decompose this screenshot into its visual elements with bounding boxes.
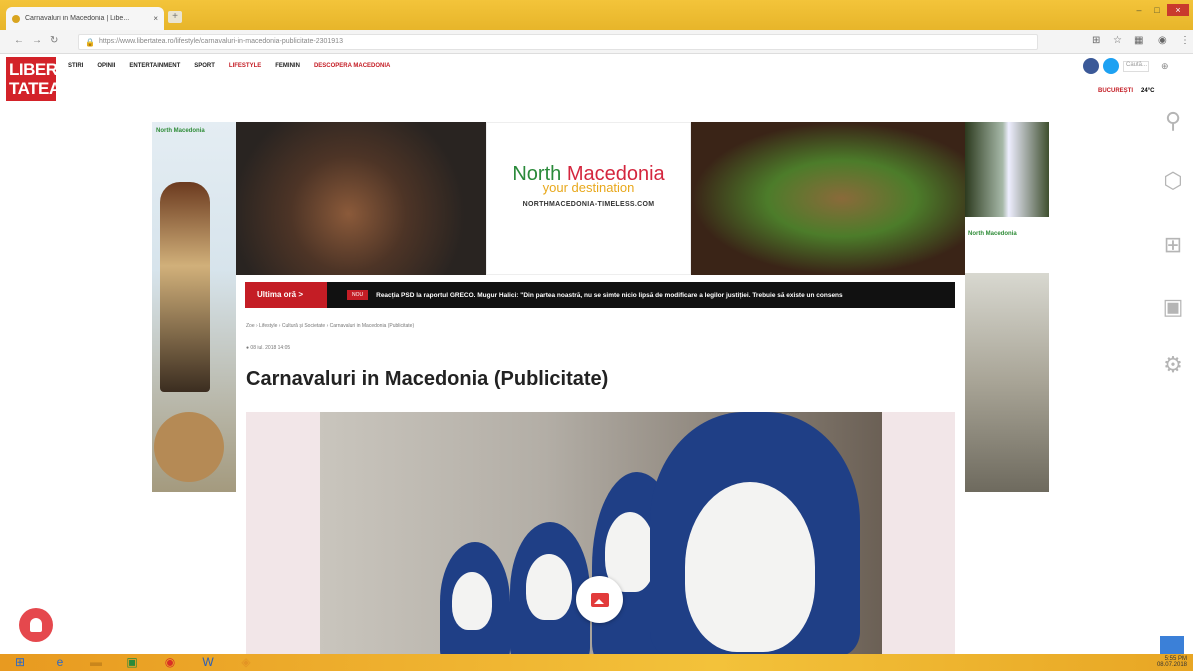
search-input[interactable]: Caută... [1123,60,1149,72]
word-icon[interactable]: W [200,655,216,670]
ad-left-brand: North Macedonia [156,128,205,134]
clock-date: 08.07.2018 [1156,662,1187,668]
excel-icon[interactable]: ▣ [124,655,140,670]
nav-item-stiri[interactable]: STIRI [68,63,83,69]
notification-bell-button[interactable] [19,608,53,642]
ad-left-drum-image [154,412,224,482]
lock-icon: 🔒 [85,38,95,47]
logo-line-1: LIBER [9,60,58,79]
header-social: Caută... ⊕ [1083,58,1169,74]
search-icon[interactable]: ⊕ [1161,61,1169,72]
mask-shape-4 [685,482,815,652]
ad-banner-center[interactable]: North Macedonia your destination NORTHMA… [486,122,691,275]
explorer-icon[interactable]: ▬ [88,655,104,670]
url-text: https://www.libertatea.ro/lifestyle/carn… [99,38,343,45]
breaking-news-bar[interactable]: Ultima oră > NOU Reacția PSD la raportul… [245,282,955,308]
taskbar-clock[interactable]: 5:55 PM 08.07.2018 [1157,656,1187,668]
ad-right-waterfall-image[interactable] [965,122,1049,217]
breadcrumb[interactable]: Zoe › Lifestyle › Cultură și Societate ›… [246,323,414,329]
ad-banner-url: NORTHMACEDONIA-TIMELESS.COM [522,201,655,208]
ad-left-dancer-image [160,182,210,392]
menu-icon[interactable]: ⋮ [1180,35,1190,46]
maximize-button[interactable]: □ [1149,4,1165,16]
bell-icon [30,618,42,632]
gallery-button[interactable] [576,576,623,623]
account-icon[interactable]: ◉ [1158,35,1167,46]
article-title: Carnavaluri in Macedonia (Publicitate) [246,368,609,390]
new-tab-button[interactable]: + [168,11,182,23]
ad-banner-meat-image[interactable] [236,122,486,275]
twitter-icon[interactable] [1103,58,1119,74]
browser-tabstrip: Carnavaluri in Macedonia | Libe... × + –… [0,0,1193,30]
nav-item-sport[interactable]: SPORT [194,63,215,69]
devices-icon[interactable]: ▣ [1160,294,1186,320]
site-logo[interactable]: LIBER TATEA [6,57,61,101]
nav-item-feminin[interactable]: FEMININ [275,63,300,69]
settings-gear-icon[interactable]: ⚙ [1160,352,1186,378]
desktop-overlay-button[interactable] [1160,636,1184,654]
breaking-news-text[interactable]: Reacția PSD la raportul GRECO. Mugur Hal… [376,292,843,299]
windows-taskbar: ⊞ e ▬ ▣ ◉ W ◈ 5:55 PM 08.07.2018 [0,654,1193,671]
article-date: ● 08 iul. 2018 14:05 [246,345,291,351]
magnifier-icon[interactable]: ⚲ [1160,108,1186,134]
forward-icon[interactable]: → [32,35,42,46]
ad-right-stone-image[interactable] [965,273,1049,492]
tab-title: Carnavaluri in Macedonia | Libe... [25,15,130,22]
breaking-news-tag: NOU [347,290,369,300]
nav-item-opinii[interactable]: OPINII [97,63,115,69]
ad-right-brand[interactable]: North Macedonia [965,217,1049,273]
app-icon[interactable]: ◈ [238,655,254,670]
address-bar[interactable]: 🔒 https://www.libertatea.ro/lifestyle/ca… [78,34,1038,50]
browser-tab[interactable]: Carnavaluri in Macedonia | Libe... × [6,7,164,30]
main-nav: STIRI OPINII ENTERTAINMENT SPORT LIFESTY… [68,63,390,69]
start-icon[interactable]: ⊞ [12,655,28,670]
extensions-icon[interactable]: ▦ [1134,35,1143,46]
city-label[interactable]: BUCUREȘTI [1098,88,1133,94]
temperature-label: 24°C [1141,88,1155,94]
ie-icon[interactable]: e [52,655,68,670]
mask-shape-1 [452,572,492,630]
reload-icon[interactable]: ↻ [50,35,58,46]
weather-bar: BUCUREȘTI 24°C [1098,88,1154,94]
ad-left-skyscraper[interactable]: North Macedonia [152,122,236,492]
windows-start-icon[interactable]: ⊞ [1160,232,1186,258]
breaking-news-label[interactable]: Ultima oră > [245,282,327,308]
window-controls: – □ × [1131,4,1189,16]
minimize-button[interactable]: – [1131,4,1147,16]
share-icon[interactable]: ⬡ [1160,168,1186,194]
ad-banner-fish-image[interactable] [691,122,965,275]
back-icon[interactable]: ← [14,35,24,46]
nav-item-entertainment[interactable]: ENTERTAINMENT [129,63,180,69]
bookmark-star-icon[interactable]: ☆ [1113,35,1122,46]
chrome-icon[interactable]: ◉ [162,655,178,670]
nav-item-descopera-macedonia[interactable]: DESCOPERA MACEDONIA [314,63,390,69]
translate-icon[interactable]: ⊞ [1092,35,1100,46]
tab-favicon-icon [12,14,20,23]
nav-item-lifestyle[interactable]: LIFESTYLE [229,63,261,69]
facebook-icon[interactable] [1083,58,1099,74]
close-window-button[interactable]: × [1167,4,1189,16]
tab-close-button[interactable]: × [153,14,158,23]
image-gallery-icon [590,592,609,607]
browser-toolbar: ← → ↻ 🔒 https://www.libertatea.ro/lifest… [0,30,1193,54]
mask-shape-2 [526,554,572,620]
logo-line-2: TATEA [9,79,61,98]
